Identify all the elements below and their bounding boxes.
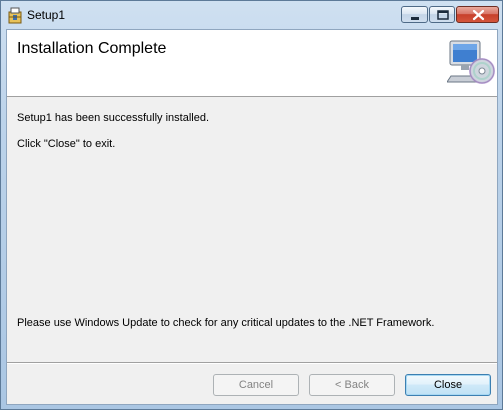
computer-cd-icon [446, 38, 495, 86]
window-title: Setup1 [27, 8, 66, 22]
install-success-text: Setup1 has been successfully installed. [17, 112, 210, 124]
exit-instruction-text: Click "Close" to exit. [17, 138, 116, 150]
setup-window: Setup1 Installation Complete Setup1 has … [0, 0, 503, 410]
close-window-button[interactable] [456, 6, 499, 23]
maximize-icon [437, 10, 449, 20]
page-title: Installation Complete [17, 40, 167, 57]
wizard-client-area: Installation Complete Setup1 has been su… [6, 29, 498, 405]
setup-package-icon[interactable] [7, 6, 23, 24]
windows-update-notice: Please use Windows Update to check for a… [17, 317, 435, 329]
close-x-icon [472, 9, 485, 21]
back-button[interactable]: < Back [309, 374, 395, 396]
title-bar[interactable]: Setup1 [1, 1, 502, 29]
maximize-button[interactable] [429, 6, 455, 23]
wizard-banner: Installation Complete [7, 30, 497, 97]
cancel-button[interactable]: Cancel [213, 374, 299, 396]
close-button[interactable]: Close [405, 374, 491, 396]
minimize-icon [411, 17, 419, 20]
button-separator [7, 362, 497, 364]
minimize-button[interactable] [401, 6, 428, 23]
